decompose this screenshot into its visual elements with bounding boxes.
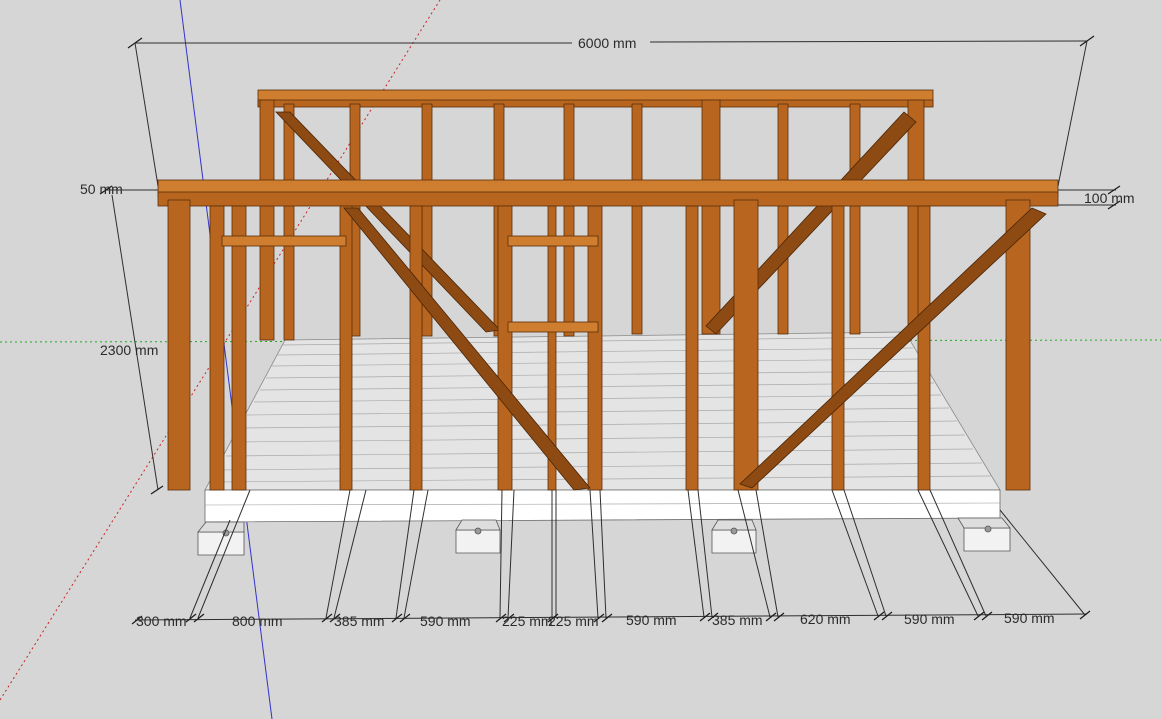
dim-spacing-label: 590 mm <box>420 613 471 629</box>
dim-spacing-label: 590 mm <box>626 612 677 628</box>
dimension-right-vertical[interactable]: 100 mm <box>1057 40 1135 210</box>
dim-top-right-label: 100 mm <box>1084 190 1135 206</box>
dim-spacing-label: 385 mm <box>712 612 763 628</box>
dim-spacing-label: 590 mm <box>904 611 955 627</box>
foundation-block <box>455 519 501 554</box>
blue-axis <box>179 0 273 719</box>
foundation-block <box>957 517 1011 552</box>
dim-spacing-label: 225 mm <box>502 613 553 629</box>
floor-beam <box>204 489 1001 523</box>
sketchup-3d-viewport[interactable]: 6000 mm 50 mm 2300 mm 100 mm 300 mm 800 … <box>0 0 1161 719</box>
dim-top-left-label: 50 mm <box>80 181 123 197</box>
dimension-left-vertical[interactable]: 50 mm 2300 mm <box>80 42 164 495</box>
foundation-blocks[interactable] <box>197 517 1011 556</box>
dim-height-label: 2300 mm <box>100 342 158 358</box>
dim-spacing-label: 590 mm <box>1004 610 1055 626</box>
dim-spacing-label: 800 mm <box>232 613 283 629</box>
dim-spacing-label: 225 mm <box>548 613 599 629</box>
foundation-block <box>197 521 245 556</box>
dim-overall-label: 6000 mm <box>578 35 636 51</box>
dim-spacing-label: 385 mm <box>334 613 385 629</box>
dim-spacing-label: 620 mm <box>800 611 851 627</box>
dim-spacing-label: 300 mm <box>136 613 187 629</box>
dimension-overall[interactable]: 6000 mm <box>127 35 1095 51</box>
